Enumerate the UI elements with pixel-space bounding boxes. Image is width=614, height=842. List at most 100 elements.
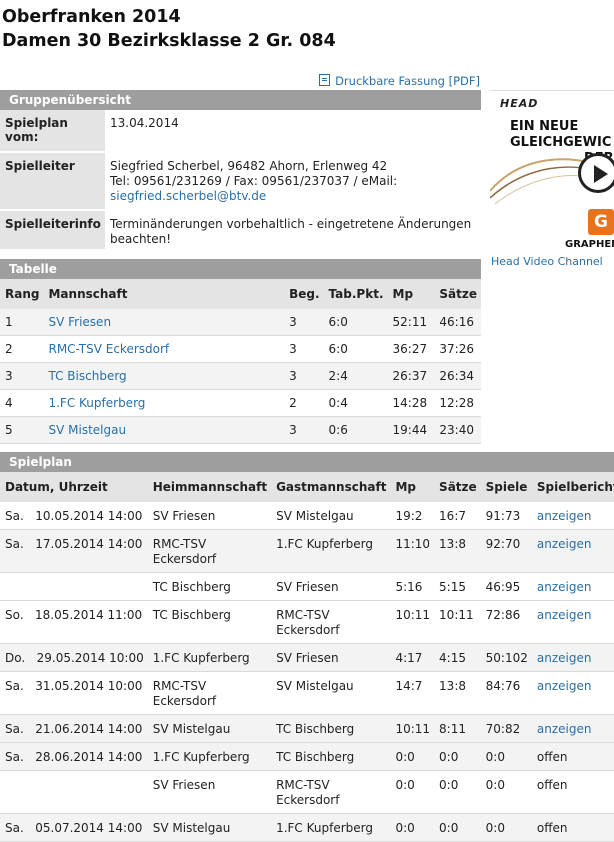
cell-mp: 5:16: [390, 572, 435, 601]
play-icon[interactable]: [578, 153, 614, 193]
table-row: 5 SV Mistelgau 3 0:6 19:44 23:40: [0, 416, 481, 444]
overview-value: 13.04.2014: [110, 116, 179, 130]
head-video-channel-link[interactable]: Head Video Channel: [491, 255, 603, 268]
cell-away: SV Mistelgau: [271, 671, 391, 715]
cell-saetze: 4:15: [434, 643, 481, 672]
report-status: offen: [536, 750, 568, 764]
col-mannschaft: Mannschaft: [43, 279, 285, 309]
table-row: Sa. 28.06.2014 14:00 1.FC Kupferberg TC Bi…: [0, 742, 614, 771]
cell-home: SV Mistelgau: [147, 813, 272, 842]
cell-mp: 4:17: [390, 643, 435, 672]
cell-spiele: 84:76: [480, 671, 532, 715]
team-link[interactable]: TC Bischberg: [48, 369, 126, 383]
cell-mp: 0:0: [390, 742, 435, 771]
report-link[interactable]: anzeigen: [537, 651, 592, 665]
standings-table: Rang Mannschaft Beg. Tab.Pkt. Mp Sätze 1…: [0, 279, 481, 444]
table-row: Sa. 17.05.2014 14:00 RMC-TSV Eckersdorf 1.…: [0, 529, 614, 573]
cell-saetze: 0:0: [434, 742, 481, 771]
overview-row: Spielplan vom: 13.04.2014: [0, 110, 481, 152]
cell-home: TC Bischberg: [147, 572, 272, 601]
cell-spiele: 72:86: [480, 600, 532, 644]
standings-header: Tabelle: [0, 259, 481, 279]
cell-spiele: 0:0: [480, 813, 532, 842]
overview-table: Spielplan vom: 13.04.2014 Spielleiter Si…: [0, 110, 481, 251]
cell-date: Sa. 10.05.2014 14:00: [0, 502, 148, 530]
print-pdf-link[interactable]: Druckbare Fassung [PDF]: [319, 74, 480, 88]
team-link[interactable]: SV Friesen: [48, 315, 111, 329]
table-row: Sa. 05.07.2014 14:00 SV Mistelgau 1.FC Kup…: [0, 813, 614, 842]
cell-home: 1.FC Kupferberg: [147, 643, 272, 672]
cell-away: RMC-TSV Eckersdorf: [271, 600, 391, 644]
table-row: Sa. 10.05.2014 14:00 SV Friesen SV Mistelg…: [0, 502, 614, 530]
cell-date: Sa. 31.05.2014 10:00: [0, 671, 148, 715]
schedule-header-row: Datum, Uhrzeit Heimmannschaft Gastmannsc…: [0, 472, 614, 502]
cell-saetze: 16:7: [434, 502, 481, 530]
cell-saetze: 0:0: [434, 813, 481, 842]
head-logo: HEAD: [500, 97, 539, 110]
cell-saetze: 10:11: [434, 600, 481, 644]
table-row: TC Bischberg SV Friesen 5:16 5:15 46:95 anzei…: [0, 572, 614, 601]
col-saetze: Sätze: [434, 279, 481, 309]
cell-mp: 10:11: [390, 714, 435, 743]
col-mp: Mp: [390, 472, 435, 502]
cell-spiele: 0:0: [480, 742, 532, 771]
cell-home: SV Mistelgau: [147, 714, 272, 743]
table-row: Do. 29.05.2014 10:00 1.FC Kupferberg SV Fr…: [0, 643, 614, 672]
team-link[interactable]: SV Mistelgau: [48, 423, 126, 437]
table-row: So. 18.05.2014 11:00 TC Bischberg RMC-TSV …: [0, 600, 614, 644]
head-ad-banner[interactable]: HEAD EIN NEUE GLEICHGEWIC DER G GRAPHEN: [490, 90, 614, 254]
cell-home: RMC-TSV Eckersdorf: [147, 671, 272, 715]
report-link[interactable]: anzeigen: [537, 722, 592, 736]
overview-header: Gruppenübersicht: [0, 90, 481, 110]
overview-row: Spielleiter Siegfried Scherbel, 96482 Ah…: [0, 152, 481, 210]
report-link[interactable]: anzeigen: [537, 509, 592, 523]
graphene-text: GRAPHEN: [565, 239, 614, 250]
cell-mp: 0:0: [390, 770, 435, 814]
schedule-body: Sa. 10.05.2014 14:00 SV Friesen SV Mistelg…: [0, 502, 614, 842]
cell-spiele: 46:95: [480, 572, 532, 601]
cell-home: RMC-TSV Eckersdorf: [147, 529, 272, 573]
cell-saetze: 5:15: [434, 572, 481, 601]
email-link[interactable]: siegfried.scherbel@btv.de: [110, 189, 477, 204]
table-row: Sa. 31.05.2014 10:00 RMC-TSV Eckersdorf SV…: [0, 671, 614, 715]
graphene-logo: G: [588, 209, 614, 235]
cell-date: Do. 29.05.2014 10:00: [0, 643, 148, 672]
cell-home: TC Bischberg: [147, 600, 272, 644]
overview-label: Spielplan vom:: [0, 110, 105, 152]
overview-value: Siegfried Scherbel, 96482 Ahorn, Erlenwe…: [105, 152, 481, 210]
report-link[interactable]: anzeigen: [537, 580, 592, 594]
cell-saetze: 13:8: [434, 529, 481, 573]
col-datum: Datum, Uhrzeit: [0, 472, 148, 502]
col-bericht: Spielbericht: [531, 472, 614, 502]
cell-saetze: 13:8: [434, 671, 481, 715]
printer-icon: [319, 74, 331, 86]
col-heim: Heimmannschaft: [147, 472, 272, 502]
table-row: 3 TC Bischberg 3 2:4 26:37 26:34: [0, 362, 481, 390]
report-link[interactable]: anzeigen: [537, 679, 592, 693]
team-link[interactable]: RMC-TSV Eckersdorf: [48, 342, 169, 356]
report-link[interactable]: anzeigen: [537, 537, 592, 551]
cell-mp: 14:7: [390, 671, 435, 715]
cell-away: SV Mistelgau: [271, 502, 391, 530]
cell-date: [0, 770, 148, 814]
schedule-table: Datum, Uhrzeit Heimmannschaft Gastmannsc…: [0, 472, 614, 842]
cell-mp: 19:2: [390, 502, 435, 530]
cell-date: Sa. 28.06.2014 14:00: [0, 742, 148, 771]
print-pdf-label: Druckbare Fassung [PDF]: [335, 74, 480, 88]
team-link[interactable]: 1.FC Kupferberg: [48, 396, 145, 410]
col-tabpkt: Tab.Pkt.: [323, 279, 388, 309]
table-row: 1 SV Friesen 3 6:0 52:11 46:16: [0, 309, 481, 336]
overview-row: Spielleiterinfo Terminänderungen vorbeha…: [0, 210, 481, 250]
page-title: Oberfranken 2014 Damen 30 Bezirksklasse …: [2, 5, 336, 53]
table-row: 4 1.FC Kupferberg 2 0:4 14:28 12:28: [0, 389, 481, 417]
cell-saetze: 0:0: [434, 770, 481, 814]
col-spiele: Spiele: [480, 472, 532, 502]
cell-spiele: 92:70: [480, 529, 532, 573]
report-status: offen: [536, 821, 568, 835]
page-title-line1: Oberfranken 2014: [2, 7, 181, 27]
cell-date: So. 18.05.2014 11:00: [0, 600, 148, 644]
report-link[interactable]: anzeigen: [537, 608, 592, 622]
cell-mp: 10:11: [390, 600, 435, 644]
cell-away: SV Friesen: [271, 572, 391, 601]
cell-spiele: 91:73: [480, 502, 532, 530]
